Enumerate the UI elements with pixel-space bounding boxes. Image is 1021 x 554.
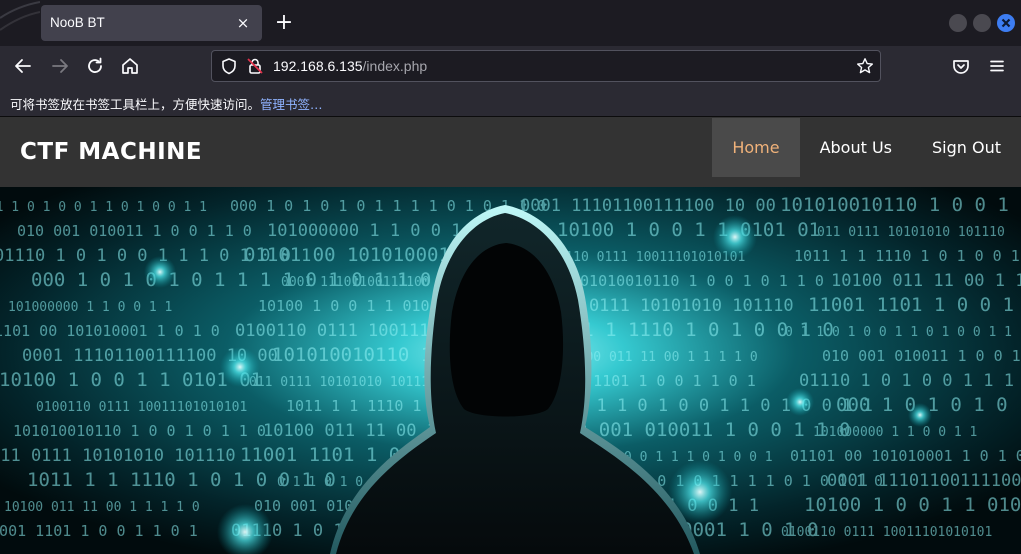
close-icon: [1001, 18, 1011, 28]
home-icon: [122, 58, 138, 74]
url-text[interactable]: 192.168.6.135/index.php: [273, 58, 427, 74]
nav-about-us[interactable]: About Us: [800, 118, 912, 177]
shield-icon[interactable]: [220, 57, 238, 79]
binary-line: 010 001 010011 1 0 0 1 1 0: [822, 347, 1021, 365]
insecure-lock-icon[interactable]: [246, 57, 264, 79]
site-nav: Home About Us Sign Out: [712, 118, 1021, 177]
arrow-left-icon: [15, 59, 31, 73]
pocket-button[interactable]: [949, 54, 973, 78]
site-header: CTF MACHINE Home About Us Sign Out: [0, 117, 1021, 187]
binary-line: 010 001 010011 1 0 0 1 1 0: [17, 222, 252, 240]
app-menu-button[interactable]: [985, 54, 1009, 78]
tab-close-icon[interactable]: ×: [232, 12, 254, 34]
bookmark-star-icon[interactable]: [856, 57, 874, 79]
home-button[interactable]: [118, 54, 142, 78]
forward-button[interactable]: [48, 54, 72, 78]
browser-toolbar: 192.168.6.135/index.php: [0, 46, 1021, 86]
binary-line: 11001 1101 1 0 0 1 1 0 1: [0, 522, 198, 540]
bookmarks-hint: 可将书签放在书签工具栏上，方便快速访问。管理书签…: [10, 94, 323, 113]
binary-line: 0 1 1 0 1 0 0 1 1 0 1 0 0 1 1: [785, 325, 1012, 340]
address-bar[interactable]: 192.168.6.135/index.php: [211, 50, 881, 82]
reload-icon: [88, 57, 102, 73]
nav-sign-out[interactable]: Sign Out: [912, 118, 1021, 177]
binary-line: 01110 1 0 1 0 0 1 1 1 0 1 0 0 1: [799, 371, 1021, 391]
binary-line: 101010010110 1 0 0 1 0 1 1 0: [13, 422, 266, 440]
binary-line: 0001 11101100111100 10 00: [827, 471, 1021, 491]
binary-line: 011 0111 10101010 101110: [817, 225, 1005, 240]
tabbar-decoration: [0, 0, 40, 46]
binary-line: 101000000 1 1 0 0 1 1: [267, 221, 482, 241]
binary-line: 0 1 1 0 1 0 0 1 1 0 1 0 0 1 1: [0, 200, 207, 215]
binary-line: 0100110 0111 10011101010101: [781, 525, 992, 540]
bookmarks-hint-text: 可将书签放在书签工具栏上，方便快速访问。: [10, 97, 261, 112]
maximize-button[interactable]: [973, 14, 991, 32]
hero-image: 0 1 1 0 1 0 0 1 1 0 1 0 0 1 1 000 1 0 1 0…: [0, 187, 1021, 554]
binary-line: 101010010110 1 0 0 1 0 1 1 0: [571, 272, 824, 290]
binary-line: 011 0111 10101010 101110: [0, 446, 236, 466]
binary-line: 0100110 0111 10011101010101: [36, 400, 247, 415]
browser-tab-bar: NooB BT × +: [0, 0, 1021, 46]
binary-line: 10100 011 11 00 1 1 1 1 0: [831, 271, 1021, 291]
hacker-illustration: 0 1 1 0 1 0 0 1 1 0 1 0 0 1 1 000 1 0 1 0…: [0, 187, 1021, 554]
binary-line: 01101 00 101010001 1 0 1 0: [0, 322, 220, 340]
hamburger-menu-icon: [990, 60, 1004, 72]
binary-line: 1011 1 1 1110 1 0 1 0 0 1 0: [794, 247, 1021, 265]
binary-line: 10100 1 0 0 1 1 0101 01: [557, 219, 820, 241]
arrow-right-icon: [52, 59, 68, 73]
manage-bookmarks-link[interactable]: 管理书签…: [260, 97, 323, 112]
close-window-button[interactable]: [997, 14, 1015, 32]
nav-home[interactable]: Home: [712, 118, 800, 177]
binary-line: 0001 11101100111100 10 00: [520, 196, 776, 216]
url-host: 192.168.6.135: [273, 58, 363, 74]
browser-tab[interactable]: NooB BT ×: [41, 5, 262, 41]
tab-title: NooB BT: [50, 15, 105, 30]
binary-line: 101000000 1 1 0 0 1 1: [813, 425, 977, 440]
binary-line: 01101 00 101010001 1 0 1 0: [790, 447, 1021, 465]
binary-line: 0 1 1 0 1 0 0 1 1 0 1 0 0 1 1: [576, 396, 873, 416]
bookmarks-toolbar: 可将书签放在书签工具栏上，方便快速访问。管理书签…: [0, 86, 1021, 117]
pocket-icon: [953, 60, 969, 74]
minimize-button[interactable]: [949, 14, 967, 32]
binary-line: 101010010110 1 0 0 1 0 1 1 0: [780, 194, 1021, 216]
binary-line: 10100 1 0 0 1 1 0101 01: [804, 494, 1021, 516]
reload-button[interactable]: [83, 54, 107, 78]
back-button[interactable]: [11, 54, 35, 78]
binary-line: 101000000 1 1 0 0 1 1: [8, 300, 172, 315]
url-path: /index.php: [362, 58, 428, 74]
site-brand[interactable]: CTF MACHINE: [20, 139, 202, 165]
binary-line: 011 0111 10101010 101110: [249, 375, 437, 390]
new-tab-button[interactable]: +: [271, 10, 297, 36]
binary-line: 11001 1101 1 0 0 1 1 0 1: [808, 294, 1021, 316]
binary-line: 10100 011 11 00 1 1 1 1 0: [4, 500, 200, 515]
